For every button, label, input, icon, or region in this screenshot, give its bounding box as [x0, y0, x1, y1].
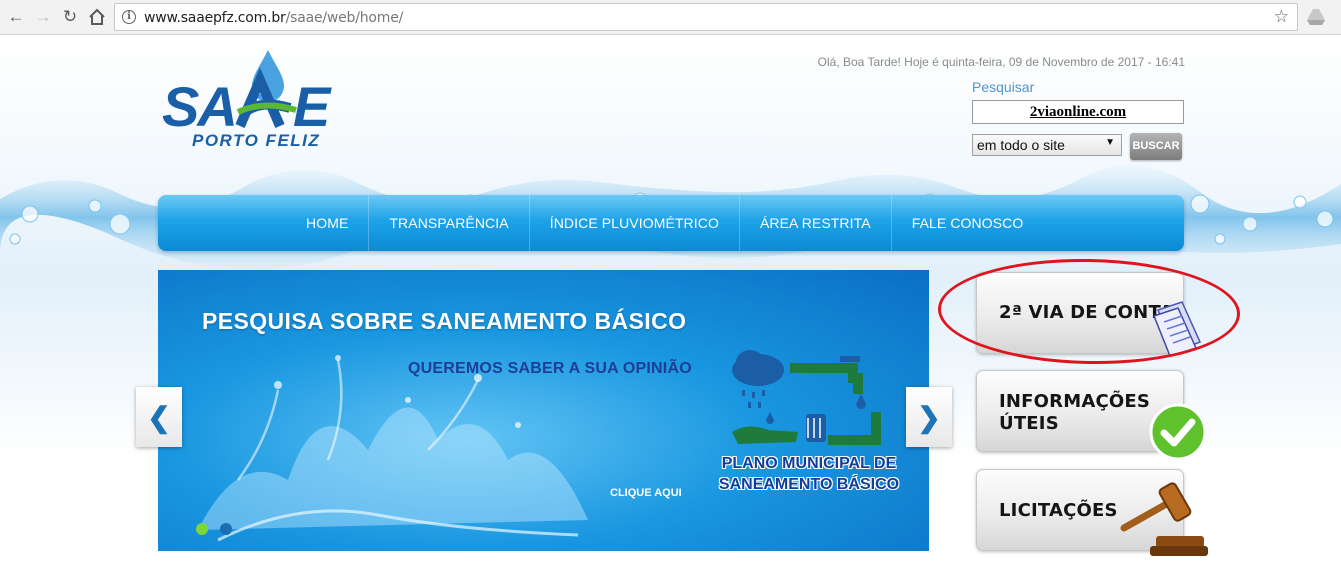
home-icon[interactable] — [86, 6, 108, 28]
greeting-text: Olá, Boa Tarde! Hoje é quinta-feira, 09 … — [817, 55, 1185, 69]
browser-toolbar: ← → ↻ i www.saaepfz.com.br/saae/web/home… — [0, 0, 1341, 35]
search-scope-select[interactable]: em todo o site ▼ — [972, 134, 1122, 156]
plano-municipal-text: PLANO MUNICIPAL DE SANEAMENTO BÁSICO — [714, 453, 904, 495]
saae-logo[interactable]: SA E PORTO FELIZ — [160, 48, 360, 148]
slider-next-button[interactable]: ❯ — [906, 387, 952, 447]
url-text[interactable]: www.saaepfz.com.br/saae/web/home/ — [144, 10, 403, 26]
slide-dot-1[interactable] — [196, 523, 208, 535]
menu-item-indice-pluviometrico[interactable]: ÍNDICE PLUVIOMÉTRICO — [530, 195, 740, 251]
chevron-right-icon: ❯ — [917, 401, 941, 433]
plano-line-2: SANEAMENTO BÁSICO — [718, 476, 900, 493]
plano-line-1: PLANO MUNICIPAL DE — [721, 455, 897, 472]
slide-title: PESQUISA SOBRE SANEAMENTO BÁSICO — [202, 308, 687, 334]
bookmark-star-icon[interactable]: ☆ — [1274, 7, 1289, 27]
main-menu: HOME TRANSPARÊNCIA ÍNDICE PLUVIOMÉTRICO … — [158, 195, 1184, 251]
gavel-icon — [1120, 482, 1208, 556]
menu-item-home[interactable]: HOME — [286, 195, 370, 251]
search-button[interactable]: BUSCAR — [1130, 133, 1182, 160]
slide-dot-2[interactable] — [220, 523, 232, 535]
svg-text:SA: SA — [162, 75, 236, 138]
slider-prev-button[interactable]: ❮ — [136, 387, 182, 447]
svg-text:PORTO FELIZ: PORTO FELIZ — [192, 131, 320, 148]
address-bar[interactable]: i www.saaepfz.com.br/saae/web/home/ ☆ — [114, 3, 1298, 31]
water-cycle-icon — [732, 350, 881, 445]
forward-icon[interactable]: → — [32, 6, 54, 28]
page-content: SA E PORTO FELIZ Olá, Boa Tarde! Hoje é … — [0, 36, 1341, 565]
informacoes-line-1: INFORMAÇÕES — [999, 391, 1151, 412]
licitacoes-label: LICITAÇÕES — [999, 500, 1118, 521]
dropdown-arrow-icon: ▼ — [1105, 137, 1115, 148]
banner-slider[interactable]: PESQUISA SOBRE SANEAMENTO BÁSICO QUEREMO… — [158, 270, 929, 551]
informacoes-label: INFORMAÇÕES ÚTEIS — [999, 391, 1150, 435]
search-input[interactable]: 2viaonline.com — [972, 100, 1184, 124]
chevron-left-icon: ❮ — [147, 401, 171, 433]
slide-subtitle: QUEREMOS SABER A SUA OPINIÃO — [408, 360, 692, 377]
menu-item-transparencia[interactable]: TRANSPARÊNCIA — [369, 195, 530, 251]
menu-item-area-restrita[interactable]: ÁREA RESTRITA — [740, 195, 892, 251]
drive-extension-icon[interactable] — [1306, 8, 1326, 26]
search-label: Pesquisar — [972, 79, 1035, 95]
site-info-icon[interactable]: i — [122, 10, 136, 24]
menu-item-fale-conosco[interactable]: FALE CONOSCO — [892, 195, 1044, 251]
informacoes-line-2: ÚTEIS — [999, 413, 1059, 434]
svg-text:E: E — [293, 75, 332, 138]
checkmark-icon — [1149, 403, 1207, 461]
clique-aqui-link[interactable]: CLIQUE AQUI — [610, 487, 682, 499]
back-icon[interactable]: ← — [5, 6, 27, 28]
reload-icon[interactable]: ↻ — [59, 6, 81, 28]
